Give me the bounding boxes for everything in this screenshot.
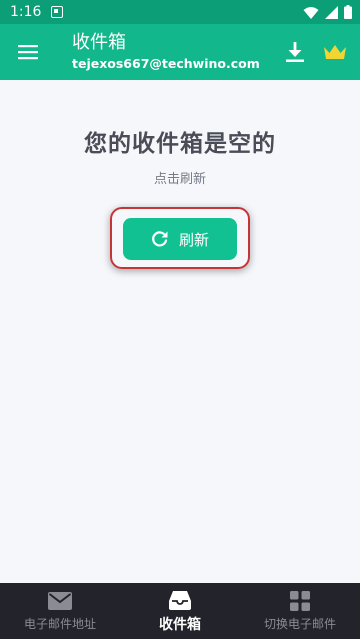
refresh-icon [152,231,168,247]
title-block: 收件箱 tejexos667@techwino.com [72,32,260,72]
inbox-empty-state: 您的收件箱是空的 点击刷新 刷新 [0,80,360,583]
signal-icon [325,5,338,19]
nav-inbox-label: 收件箱 [159,616,201,633]
crown-icon [324,45,346,59]
grid-icon [290,590,310,612]
status-icons [303,5,352,19]
battery-icon [344,5,352,19]
status-time: 1:16 [10,4,42,20]
nav-email-address-label: 电子邮件地址 [23,617,96,631]
refresh-button[interactable]: 刷新 [123,218,237,260]
refresh-label: 刷新 [178,230,209,249]
menu-icon [18,45,38,60]
nav-switch-email-label: 切换电子邮件 [263,617,336,631]
a-square-icon [51,6,64,18]
bottom-navigation: 电子邮件地址 收件箱 切换电子邮件 [0,583,360,639]
empty-inbox-hint: 点击刷新 [153,172,206,187]
mail-icon [48,590,72,612]
nav-switch-email[interactable]: 切换电子邮件 [240,583,360,639]
download-icon [286,42,304,62]
page-title: 收件箱 [72,32,126,53]
inbox-icon [169,589,191,611]
app-bar: 收件箱 tejexos667@techwino.com [0,24,360,80]
menu-button[interactable] [14,38,42,66]
email-address: tejexos667@techwino.com [72,56,260,71]
nav-inbox[interactable]: 收件箱 [120,583,240,639]
premium-button[interactable] [322,40,348,64]
status-bar: 1:16 [0,0,360,24]
download-button[interactable] [283,40,307,64]
nav-email-address[interactable]: 电子邮件地址 [0,583,120,639]
empty-inbox-title: 您的收件箱是空的 [84,131,276,157]
wifi-icon [303,6,319,19]
